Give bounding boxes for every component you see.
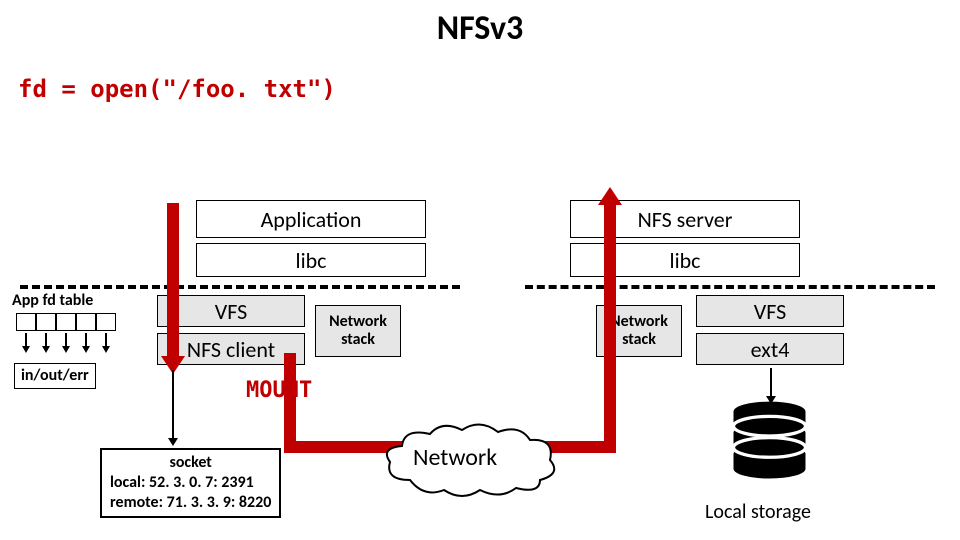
- fd-table-label: App fd table: [12, 292, 93, 310]
- in-out-err-label: in/out/err: [14, 363, 96, 389]
- thin-arrow-ext4-to-db: [770, 368, 772, 398]
- fd-arrow: [102, 333, 110, 353]
- socket-title: socket: [110, 453, 271, 473]
- server-netstack-l2: stack: [622, 331, 656, 349]
- fd-cell: [56, 313, 76, 331]
- fd-cell: [96, 313, 116, 331]
- network-cloud-label: Network: [413, 443, 497, 472]
- box-server-vfs: VFS: [696, 295, 844, 327]
- box-client-vfs: VFS: [157, 295, 305, 327]
- fd-arrow: [82, 333, 90, 353]
- client-netstack-l1: Network: [329, 313, 387, 331]
- socket-box: socket local: 52. 3. 0. 7: 2391 remote: …: [100, 448, 281, 518]
- box-nfs-server-label: NFS server: [638, 206, 733, 233]
- box-nfs-client-label: NFS client: [187, 336, 275, 363]
- fd-arrow: [22, 333, 30, 353]
- box-application: Application: [196, 200, 426, 238]
- fd-arrow: [62, 333, 70, 353]
- box-client-network-stack: Network stack: [315, 305, 401, 357]
- fd-cell: [76, 313, 96, 331]
- box-client-vfs-label: VFS: [215, 298, 247, 325]
- mount-label: MOUNT: [246, 378, 312, 403]
- box-server-libc-label: libc: [670, 247, 701, 274]
- server-netstack-l1: Network: [610, 313, 668, 331]
- fd-cell: [36, 313, 56, 331]
- red-path-seg: [284, 353, 296, 453]
- client-netstack-l2: stack: [341, 331, 375, 349]
- red-path-seg: [604, 203, 616, 453]
- boundary-dashed-left: [20, 285, 460, 289]
- boundary-dashed-right: [525, 285, 935, 289]
- box-application-label: Application: [261, 206, 362, 233]
- red-arrow-down-client: [167, 203, 179, 358]
- thin-arrow-nfs-to-socket: [172, 370, 174, 440]
- box-client-libc: libc: [196, 243, 426, 277]
- local-storage-label: Local storage: [705, 500, 811, 524]
- fd-arrow: [42, 333, 50, 353]
- socket-remote: remote: 71. 3. 3. 9: 8220: [110, 493, 271, 513]
- red-arrow-head-server: [598, 187, 622, 205]
- page-title: NFSv3: [0, 8, 960, 49]
- code-line: fd = open("/foo. txt"): [18, 75, 336, 103]
- box-server-vfs-label: VFS: [754, 298, 786, 325]
- box-ext4: ext4: [696, 333, 844, 365]
- box-client-libc-label: libc: [296, 247, 327, 274]
- database-icon: [727, 400, 812, 490]
- fd-table: [16, 313, 116, 331]
- socket-local: local: 52. 3. 0. 7: 2391: [110, 473, 271, 493]
- box-ext4-label: ext4: [751, 336, 790, 363]
- fd-cell: [16, 313, 36, 331]
